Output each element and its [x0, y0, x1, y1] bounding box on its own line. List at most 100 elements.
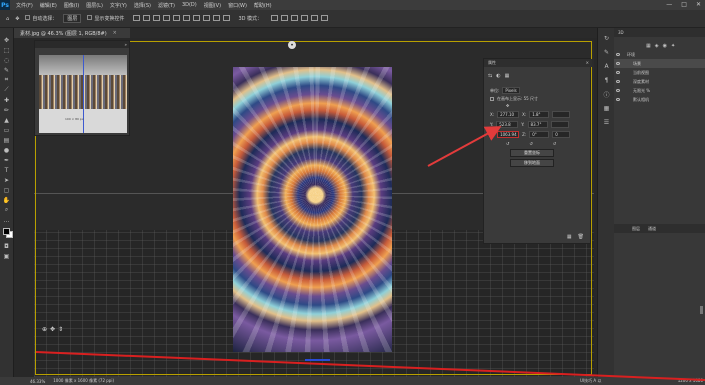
- document-tab[interactable]: 素材.jpg @ 46.3% (图层 1, RGB/8#) ×: [0, 28, 130, 38]
- navigator-thumbnail[interactable]: [39, 55, 127, 133]
- shape-icon[interactable]: ▢: [2, 186, 11, 194]
- scene-row[interactable]: 场景: [614, 59, 705, 68]
- properties-grid-icon[interactable]: ▦: [567, 234, 572, 240]
- 3d-axis-widget-icon[interactable]: •: [288, 41, 296, 49]
- libraries-icon[interactable]: ☰: [602, 118, 611, 126]
- type-icon[interactable]: T: [2, 166, 11, 174]
- close-button[interactable]: ✕: [696, 1, 701, 8]
- y-position-field[interactable]: 523.8: [496, 121, 519, 128]
- x-scale-field[interactable]: [552, 111, 571, 118]
- menu-item-7[interactable]: 3D(D): [182, 2, 197, 9]
- reset-rotation-icon[interactable]: ↺: [529, 141, 532, 146]
- auto-select-checkbox[interactable]: 自动选择：: [25, 15, 57, 22]
- pen-icon[interactable]: ✒: [2, 156, 11, 164]
- pan-widget-icon[interactable]: ✥: [50, 326, 55, 333]
- screen-mode-icon[interactable]: ▣: [2, 252, 11, 260]
- filter-mesh-icon[interactable]: ◈: [655, 43, 659, 49]
- filter-light-icon[interactable]: ✦: [671, 43, 675, 49]
- crop-icon[interactable]: ⌗: [2, 76, 11, 84]
- tab-channels[interactable]: 通道: [648, 226, 656, 232]
- minimize-button[interactable]: —: [666, 1, 672, 8]
- move-tool-icon[interactable]: ✥: [15, 16, 19, 22]
- layers-scrollbar[interactable]: [700, 306, 703, 314]
- show-transform-checkbox[interactable]: 显示变换控件: [87, 15, 124, 22]
- home-icon[interactable]: ⌂: [6, 16, 9, 22]
- info-icon[interactable]: ⓘ: [602, 90, 611, 99]
- z-position-field[interactable]: 1063.94: [497, 131, 520, 138]
- menu-item-6[interactable]: 滤镜(T): [158, 2, 175, 9]
- quick-select-icon[interactable]: ✎: [2, 66, 11, 74]
- properties-tab-coords[interactable]: ▦: [505, 73, 510, 79]
- scene-row[interactable]: 默认相机: [614, 95, 705, 104]
- z-angle-field[interactable]: 0°: [529, 131, 550, 138]
- navigator-collapse-icon[interactable]: »: [125, 42, 127, 47]
- x-angle-field[interactable]: 1.8°: [529, 111, 550, 118]
- artwork-3d-plane[interactable]: [233, 67, 392, 352]
- menu-item-8[interactable]: 视图(V): [204, 2, 221, 9]
- swatches-icon[interactable]: ▦: [602, 104, 611, 112]
- units-dropdown[interactable]: Pixels: [502, 87, 520, 94]
- dolly-widget-icon[interactable]: ⇕: [58, 326, 63, 333]
- properties-tab-transform[interactable]: ⇆: [488, 73, 492, 79]
- menu-item-3[interactable]: 图层(L): [86, 2, 103, 9]
- healing-icon[interactable]: ✚: [2, 96, 11, 104]
- menu-item-10[interactable]: 帮助(H): [254, 2, 272, 9]
- eraser-icon[interactable]: ▭: [2, 126, 11, 134]
- x-position-field[interactable]: 277.10: [497, 111, 520, 118]
- z-scale-field[interactable]: 0: [552, 131, 571, 138]
- reset-scale-icon[interactable]: ↺: [553, 141, 556, 146]
- foreground-color-swatch[interactable]: [3, 228, 10, 235]
- orbit-widget-icon[interactable]: ⊕: [42, 326, 47, 333]
- show-on-canvas-checkbox[interactable]: [490, 97, 494, 101]
- gradient-icon[interactable]: ▤: [2, 136, 11, 144]
- history-icon[interactable]: ↻: [602, 34, 611, 42]
- move-axis-icon[interactable]: ✥: [506, 103, 509, 108]
- visibility-eye-icon[interactable]: [616, 80, 620, 83]
- clone-stamp-icon[interactable]: ▲: [2, 116, 11, 124]
- visibility-eye-icon[interactable]: [616, 89, 620, 92]
- marquee-icon[interactable]: ⬚: [2, 46, 11, 54]
- align-icons[interactable]: [130, 14, 231, 23]
- auto-select-dropdown[interactable]: 图层: [63, 14, 82, 23]
- brush-icon[interactable]: ✏: [2, 106, 11, 114]
- reset-position-icon[interactable]: ↺: [506, 141, 509, 146]
- zoom-icon[interactable]: ⌕: [2, 206, 11, 214]
- show-on-canvas-row[interactable]: 在画布上显示: 55 尺寸: [490, 96, 538, 102]
- visibility-eye-icon[interactable]: [616, 53, 620, 56]
- scene-row[interactable]: 环境: [614, 50, 705, 59]
- visibility-eye-icon[interactable]: [616, 62, 620, 65]
- menu-item-1[interactable]: 编辑(E): [40, 2, 57, 9]
- path-select-icon[interactable]: ➤: [2, 176, 11, 184]
- menu-item-0[interactable]: 文件(F): [16, 2, 33, 9]
- character-icon[interactable]: A: [602, 62, 611, 70]
- document-tab-close[interactable]: ×: [113, 30, 117, 36]
- tab-layers[interactable]: 图层: [632, 226, 640, 232]
- visibility-eye-icon[interactable]: [616, 98, 620, 101]
- scene-row[interactable]: 深度素材: [614, 77, 705, 86]
- properties-delete-icon[interactable]: 🗑: [578, 234, 584, 240]
- scene-row[interactable]: 无限光 %: [614, 86, 705, 95]
- menu-item-9[interactable]: 窗口(W): [228, 2, 247, 9]
- filter-material-icon[interactable]: ◉: [663, 43, 667, 49]
- y-angle-field[interactable]: 83.7°: [527, 121, 548, 128]
- move-icon[interactable]: ✥: [2, 36, 11, 44]
- 3d-mode-icons[interactable]: [268, 14, 329, 23]
- tab-3d[interactable]: 3D: [618, 30, 624, 35]
- maximize-button[interactable]: □: [681, 1, 687, 8]
- menu-item-4[interactable]: 文字(Y): [110, 2, 127, 9]
- visibility-eye-icon[interactable]: [616, 71, 620, 74]
- lasso-icon[interactable]: ◌: [2, 56, 11, 64]
- zoom-level[interactable]: 46.33%: [30, 379, 45, 384]
- filter-scene-icon[interactable]: ▦: [646, 43, 651, 49]
- dodge-icon[interactable]: ●: [2, 146, 11, 154]
- properties-close-button[interactable]: ×: [586, 60, 589, 65]
- scene-row[interactable]: 当前视图: [614, 68, 705, 77]
- hand-icon[interactable]: ✋: [2, 196, 11, 204]
- move-to-ground-button[interactable]: 移到地面: [510, 159, 554, 167]
- quick-mask-icon[interactable]: ◘: [2, 242, 11, 250]
- menu-item-5[interactable]: 选择(S): [134, 2, 151, 9]
- more-tools-icon[interactable]: …: [2, 216, 11, 224]
- y-scale-field[interactable]: [550, 121, 569, 128]
- properties-tab-shape[interactable]: ◐: [496, 73, 500, 79]
- brush-settings-icon[interactable]: ✎: [602, 48, 611, 56]
